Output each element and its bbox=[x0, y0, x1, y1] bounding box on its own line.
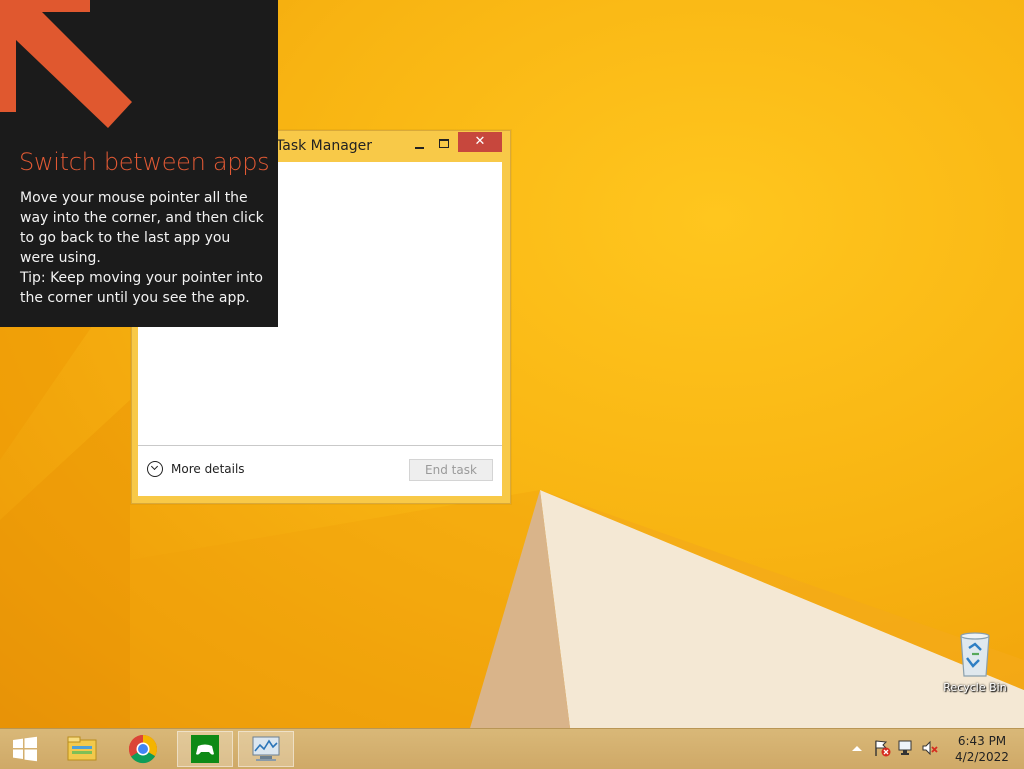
tip-hint: Tip: Keep moving your pointer into the c… bbox=[20, 270, 263, 306]
hot-corner-tip: Switch between apps Move your mouse poin… bbox=[0, 0, 278, 327]
more-details-button[interactable]: More details bbox=[147, 461, 245, 477]
volume-muted-icon bbox=[922, 740, 938, 756]
close-button[interactable]: ✕ bbox=[458, 132, 502, 152]
recycle-bin[interactable]: Recycle Bin bbox=[942, 630, 1008, 694]
clock-time: 6:43 PM bbox=[957, 734, 1007, 748]
file-explorer-button[interactable] bbox=[54, 731, 110, 767]
chevron-down-circle-icon bbox=[147, 461, 163, 477]
action-center-flag-icon bbox=[875, 740, 891, 757]
xbox-games-icon bbox=[191, 735, 219, 763]
show-hidden-icons-button[interactable] bbox=[850, 739, 868, 757]
tip-title: Switch between apps bbox=[19, 148, 270, 176]
window-title: Task Manager bbox=[276, 138, 373, 154]
action-center-button[interactable] bbox=[873, 739, 891, 757]
network-button[interactable] bbox=[897, 739, 915, 757]
task-manager-button[interactable] bbox=[238, 731, 294, 767]
show-hidden-icons-icon bbox=[852, 746, 862, 751]
minimize-button[interactable] bbox=[409, 135, 431, 153]
more-details-label: More details bbox=[171, 462, 245, 476]
network-icon bbox=[898, 740, 912, 755]
corner-arrow-icon bbox=[0, 0, 132, 128]
tip-text: Move your mouse pointer all the way into… bbox=[20, 190, 264, 266]
chrome-icon bbox=[128, 735, 157, 764]
task-manager-icon bbox=[252, 736, 280, 761]
divider bbox=[138, 445, 502, 446]
chrome-button[interactable] bbox=[115, 731, 171, 767]
start-button[interactable] bbox=[0, 731, 50, 767]
tip-body: Move your mouse pointer all the way into… bbox=[20, 188, 265, 308]
clock[interactable]: 6:43 PM 4/2/2022 bbox=[950, 733, 1014, 765]
clock-date: 4/2/2022 bbox=[955, 750, 1009, 764]
recycle-bin-icon bbox=[960, 632, 990, 677]
file-explorer-icon bbox=[67, 736, 97, 761]
recycle-bin-label: Recycle Bin bbox=[943, 681, 1007, 694]
taskbar: 6:43 PM 4/2/2022 bbox=[0, 728, 1024, 769]
start-icon bbox=[13, 736, 37, 762]
maximize-button[interactable] bbox=[433, 135, 455, 153]
end-task-button[interactable]: End task bbox=[409, 459, 493, 481]
volume-button[interactable] bbox=[921, 739, 939, 757]
xbox-games-button[interactable] bbox=[177, 731, 233, 767]
